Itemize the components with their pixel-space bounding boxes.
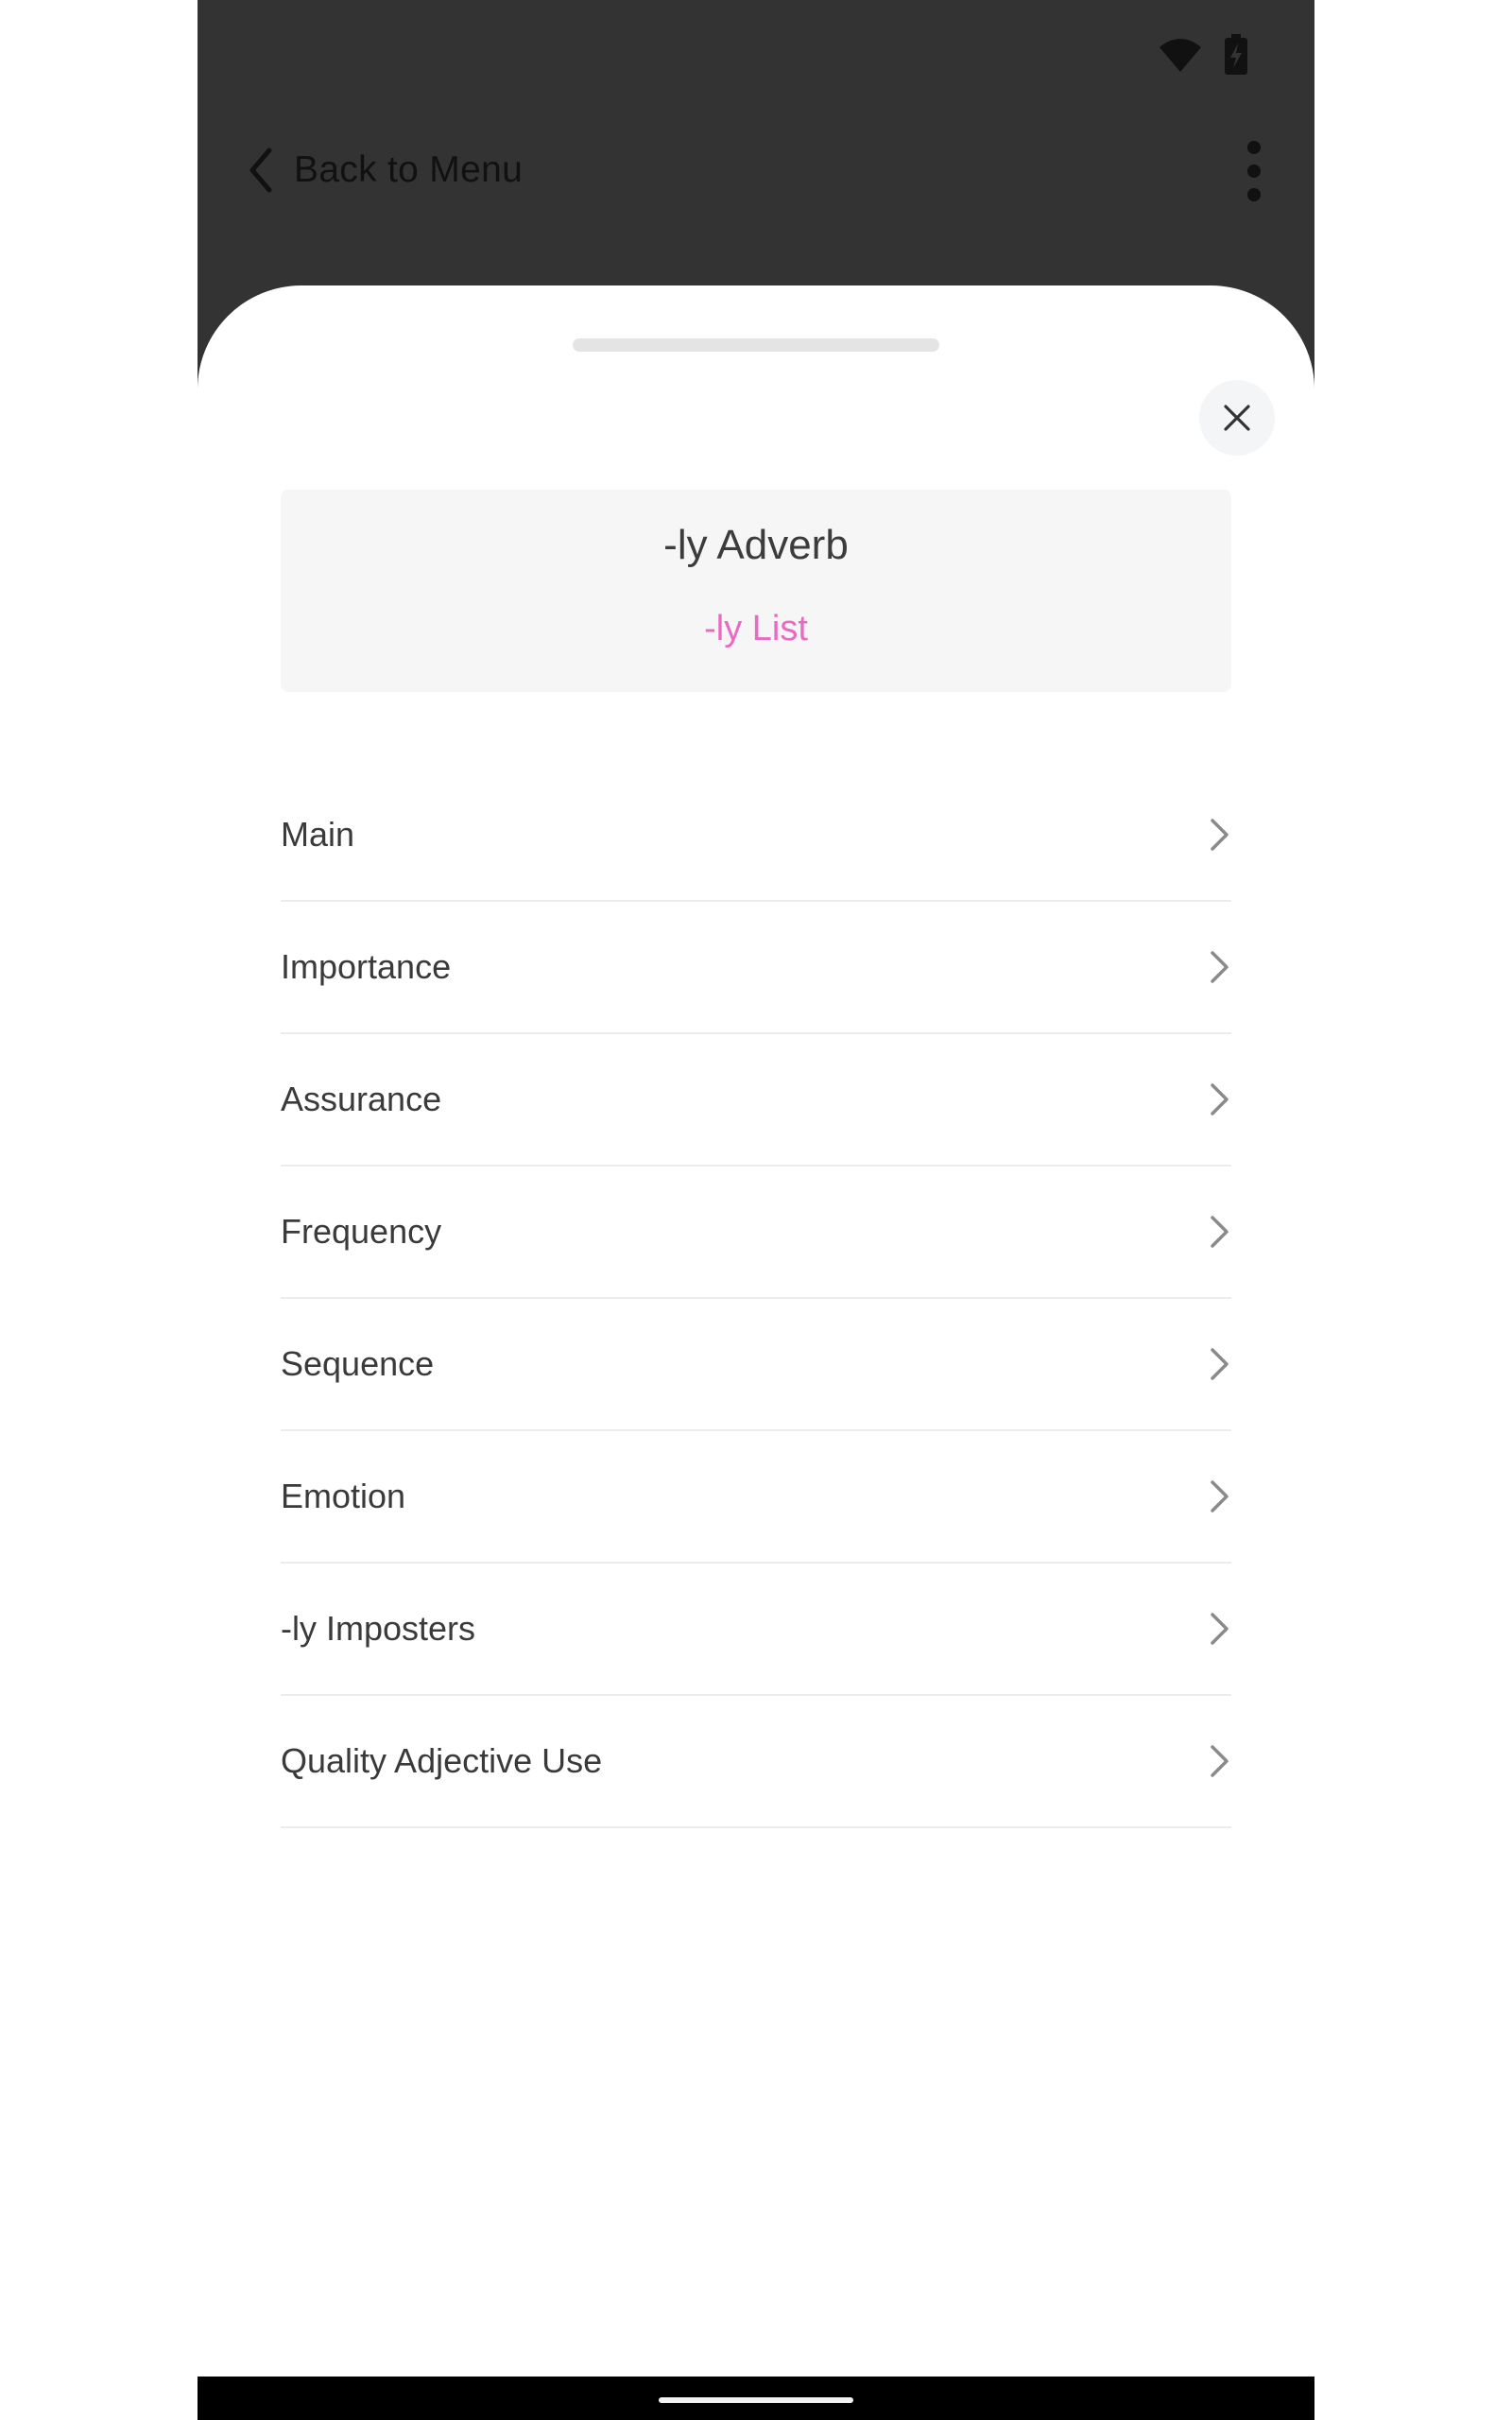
chevron-right-icon — [1211, 1216, 1228, 1248]
list-item-label: Frequency — [281, 1212, 442, 1251]
app-screen: Back to Menu -ly Adverb -ly List Main Im… — [198, 0, 1314, 2420]
status-bar — [198, 0, 1314, 104]
chevron-right-icon — [1211, 1348, 1228, 1380]
ly-list-link[interactable]: -ly List — [281, 609, 1231, 649]
list-item-label: Emotion — [281, 1477, 406, 1515]
list-item-label: Sequence — [281, 1344, 435, 1383]
list-item-ly-imposters[interactable]: -ly Imposters — [281, 1564, 1231, 1696]
list-item-label: Importance — [281, 947, 452, 986]
back-button-label: Back to Menu — [294, 149, 524, 190]
list-item-emotion[interactable]: Emotion — [281, 1431, 1231, 1564]
chevron-right-icon — [1211, 819, 1228, 851]
chevron-right-icon — [1211, 951, 1228, 983]
list-item-sequence[interactable]: Sequence — [281, 1299, 1231, 1431]
bottom-sheet: -ly Adverb -ly List Main Importance Assu… — [198, 285, 1314, 2377]
home-indicator[interactable] — [659, 2397, 853, 2403]
top-app-bar: Back to Menu — [198, 123, 1314, 217]
list-item-importance[interactable]: Importance — [281, 902, 1231, 1034]
lesson-header-card: -ly Adverb -ly List — [281, 490, 1231, 692]
chevron-right-icon — [1211, 1083, 1228, 1115]
more-vertical-icon[interactable] — [1233, 138, 1275, 204]
wifi-icon — [1160, 39, 1201, 72]
list-item-main[interactable]: Main — [281, 769, 1231, 902]
back-to-menu-button[interactable]: Back to Menu — [245, 142, 523, 199]
list-item-label: Main — [281, 815, 355, 854]
chevron-right-icon — [1211, 1613, 1228, 1645]
list-item-quality-adjective-use[interactable]: Quality Adjective Use — [281, 1696, 1231, 1828]
list-item-assurance[interactable]: Assurance — [281, 1034, 1231, 1167]
chevron-right-icon — [1211, 1480, 1228, 1512]
close-icon — [1224, 405, 1250, 431]
topic-list: Main Importance Assurance Frequency Sequ… — [281, 769, 1231, 1828]
list-item-label: -ly Imposters — [281, 1609, 476, 1648]
chevron-left-icon — [249, 147, 272, 193]
close-button[interactable] — [1199, 380, 1275, 456]
chevron-right-icon — [1211, 1745, 1228, 1777]
list-item-label: Assurance — [281, 1080, 442, 1118]
system-navigation-bar — [198, 2377, 1314, 2420]
list-item-label: Quality Adjective Use — [281, 1741, 603, 1780]
battery-charging-icon — [1225, 34, 1247, 75]
list-item-frequency[interactable]: Frequency — [281, 1167, 1231, 1299]
sheet-drag-handle[interactable] — [573, 338, 939, 352]
lesson-title: -ly Adverb — [663, 522, 849, 568]
